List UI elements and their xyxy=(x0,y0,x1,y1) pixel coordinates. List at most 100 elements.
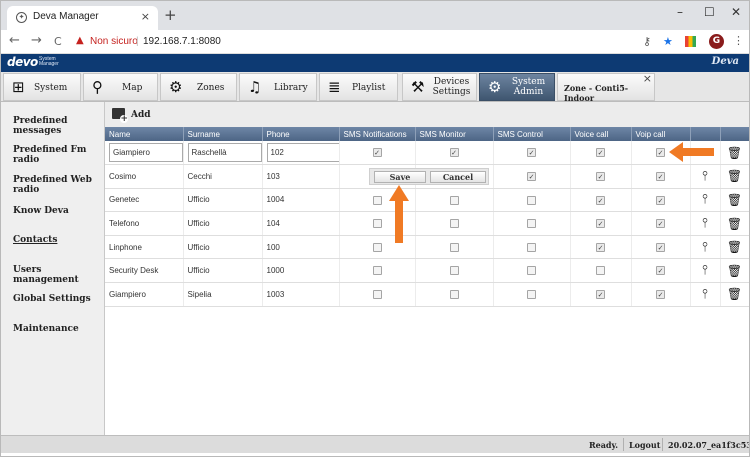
cell-surname[interactable]: Ufficio xyxy=(183,258,263,284)
sidebar-item-global-settings[interactable]: Global Settings xyxy=(13,294,91,304)
zones-button[interactable]: ⚙ Zones xyxy=(160,73,237,101)
reload-button[interactable]: C xyxy=(54,35,62,48)
table-row[interactable]: Linphone Ufficio 100 ✓ ✓ ⫯ 🗑 xyxy=(105,235,749,260)
column-header[interactable]: Name xyxy=(105,127,184,141)
trash-icon[interactable]: 🗑 xyxy=(727,146,742,160)
checkbox-unchecked[interactable] xyxy=(372,242,382,252)
table-row[interactable]: Giampiero Raschellà 102 ✓ ✓ ✓ ✓ ✓ 🗑 xyxy=(105,141,749,166)
checkbox-checked[interactable]: ✓ xyxy=(596,195,605,205)
cell-phone[interactable]: 1000 xyxy=(262,258,340,284)
tool-icon[interactable]: ⫯ xyxy=(702,287,708,302)
checkbox-unchecked[interactable] xyxy=(449,195,459,205)
checkbox-checked[interactable]: ✓ xyxy=(596,148,605,158)
tool-icon[interactable]: ⫯ xyxy=(702,240,708,255)
profile-avatar[interactable]: G xyxy=(709,34,724,49)
devices-settings-button[interactable]: ⚒ Devices Settings xyxy=(402,73,477,101)
library-button[interactable]: ♫ Library xyxy=(239,73,317,101)
cell-phone[interactable]: 104 xyxy=(262,211,340,236)
tool-icon[interactable]: ⫯ xyxy=(702,192,708,207)
checkbox-unchecked[interactable] xyxy=(527,242,536,252)
checkbox-unchecked[interactable] xyxy=(449,242,459,252)
trash-icon[interactable]: 🗑 xyxy=(727,217,742,231)
checkbox-unchecked[interactable] xyxy=(372,219,382,229)
checkbox-checked[interactable]: ✓ xyxy=(656,195,665,205)
column-header[interactable]: Voip call xyxy=(631,127,691,141)
checkbox-unchecked[interactable] xyxy=(449,266,459,276)
cell-phone[interactable]: 1004 xyxy=(262,188,340,213)
checkbox-unchecked[interactable] xyxy=(527,195,536,205)
checkbox-unchecked[interactable] xyxy=(372,195,382,205)
close-tab-icon[interactable]: × xyxy=(141,10,150,23)
cell-name[interactable]: Linphone xyxy=(105,235,184,260)
system-admin-button[interactable]: ⚙ System Admin xyxy=(479,73,555,101)
new-tab-button[interactable]: + xyxy=(164,6,177,24)
trash-icon[interactable]: 🗑 xyxy=(727,240,742,254)
close-window-button[interactable]: ✕ xyxy=(731,5,741,19)
trash-icon[interactable]: 🗑 xyxy=(727,264,742,278)
tool-icon[interactable]: ⫯ xyxy=(702,169,708,184)
sidebar-item-contacts[interactable]: Contacts xyxy=(13,235,57,245)
security-label[interactable]: Non sicuro xyxy=(90,36,138,47)
cell-phone[interactable]: 1003 xyxy=(262,282,340,307)
minimize-button[interactable]: – xyxy=(677,5,683,19)
column-header[interactable]: Surname xyxy=(183,127,263,141)
tool-icon[interactable]: ⫯ xyxy=(702,216,708,231)
surname-edit-field[interactable]: Raschellà xyxy=(187,143,262,163)
checkbox-checked[interactable]: ✓ xyxy=(656,172,665,182)
checkbox-unchecked[interactable] xyxy=(527,219,536,229)
checkbox-checked[interactable]: ✓ xyxy=(656,266,665,276)
table-row[interactable]: Giampiero Sipelia 1003 ✓ ✓ ⫯ 🗑 xyxy=(105,282,749,307)
table-row[interactable]: Genetec Ufficio 1004 ✓ ✓ ⫯ 🗑 xyxy=(105,188,749,213)
checkbox-unchecked[interactable] xyxy=(527,290,536,300)
column-header[interactable]: Voice call xyxy=(570,127,632,141)
browser-tab[interactable]: ✦ Deva Manager × xyxy=(7,6,158,30)
checkbox-unchecked[interactable] xyxy=(372,290,382,300)
sidebar-item-predefined-messages[interactable]: Predefined messages xyxy=(13,116,104,136)
cell-phone[interactable]: 103 xyxy=(262,164,340,189)
cell-phone[interactable]: 100 xyxy=(262,235,340,260)
sidebar-item-know-deva[interactable]: Know Deva xyxy=(13,206,69,216)
table-row[interactable]: Security Desk Ufficio 1000 ✓ ⫯ 🗑 xyxy=(105,258,749,284)
cell-name[interactable]: Security Desk xyxy=(105,258,184,284)
cell-name[interactable]: Telefono xyxy=(105,211,184,236)
key-icon[interactable]: ⚷ xyxy=(643,35,651,48)
column-header[interactable]: SMS Notifications xyxy=(339,127,416,141)
checkbox-checked[interactable]: ✓ xyxy=(596,290,605,300)
column-header[interactable] xyxy=(720,127,749,141)
checkbox-unchecked[interactable] xyxy=(372,266,382,276)
phone-edit-field[interactable]: 102 xyxy=(266,143,341,163)
cell-name[interactable]: Genetec xyxy=(105,188,184,213)
cell-surname[interactable]: Ufficio xyxy=(183,188,263,213)
checkbox-checked[interactable]: ✓ xyxy=(372,148,382,158)
playlist-button[interactable]: ≣ Playlist xyxy=(319,73,398,101)
checkbox-checked[interactable]: ✓ xyxy=(596,219,605,229)
column-header[interactable] xyxy=(690,127,721,141)
cell-surname[interactable]: Sipelia xyxy=(183,282,263,307)
column-header[interactable]: Phone xyxy=(262,127,340,141)
checkbox-checked[interactable]: ✓ xyxy=(527,148,536,158)
cell-name[interactable]: Giampiero xyxy=(105,282,184,307)
kebab-icon[interactable]: ⋮ xyxy=(733,34,744,47)
back-button[interactable]: ← xyxy=(9,33,20,48)
cell-surname[interactable]: Ufficio xyxy=(183,235,263,260)
checkbox-unchecked[interactable] xyxy=(527,266,536,276)
add-icon[interactable] xyxy=(112,108,128,123)
star-icon[interactable]: ★ xyxy=(663,35,673,48)
logout-link[interactable]: Logout xyxy=(629,440,660,450)
column-header[interactable]: SMS Control xyxy=(493,127,571,141)
checkbox-checked[interactable]: ✓ xyxy=(527,172,536,182)
sidebar-item-users-management[interactable]: Users management xyxy=(13,265,104,285)
sidebar-item-predefined-web-radio[interactable]: Predefined Web radio xyxy=(13,175,104,195)
checkbox-checked[interactable]: ✓ xyxy=(656,219,665,229)
checkbox-checked[interactable]: ✓ xyxy=(656,148,665,158)
checkbox-checked[interactable]: ✓ xyxy=(596,172,605,182)
url-text[interactable]: 192.168.7.1:8080 xyxy=(143,36,221,47)
checkbox-unchecked[interactable] xyxy=(449,219,459,229)
map-button[interactable]: ⚲ Map xyxy=(83,73,158,101)
cell-surname[interactable]: Ufficio xyxy=(183,211,263,236)
name-edit-field[interactable]: Giampiero xyxy=(109,143,183,163)
table-row[interactable]: Telefono Ufficio 104 ✓ ✓ ⫯ 🗑 xyxy=(105,211,749,236)
trash-icon[interactable]: 🗑 xyxy=(727,287,742,301)
checkbox-checked[interactable]: ✓ xyxy=(596,242,605,252)
trash-icon[interactable]: 🗑 xyxy=(727,193,742,207)
